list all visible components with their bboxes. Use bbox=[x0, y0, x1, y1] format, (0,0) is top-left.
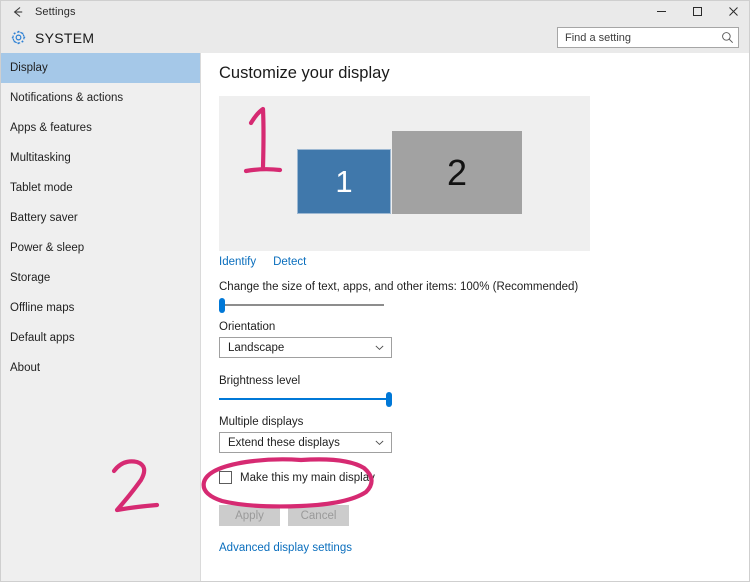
slider-thumb[interactable] bbox=[219, 298, 225, 313]
search-input[interactable] bbox=[565, 31, 721, 44]
sidebar-item-offline-maps[interactable]: Offline maps bbox=[1, 293, 200, 323]
sidebar-item-label: Apps & features bbox=[10, 122, 92, 134]
main-display-checkbox[interactable] bbox=[219, 471, 232, 484]
monitor-number: 1 bbox=[335, 163, 353, 199]
settings-window: Settings SYSTEM Find a setting Display N… bbox=[0, 0, 750, 582]
search-box[interactable] bbox=[557, 27, 739, 48]
sidebar-item-label: Notifications & actions bbox=[10, 92, 124, 104]
display-preview: 1 2 bbox=[219, 96, 590, 251]
sidebar-item-label: Offline maps bbox=[10, 302, 75, 314]
maximize-button[interactable] bbox=[679, 1, 715, 22]
slider-fill bbox=[219, 398, 392, 400]
multiple-displays-value: Extend these displays bbox=[228, 436, 340, 449]
search-icon[interactable] bbox=[721, 31, 734, 44]
sidebar-item-default-apps[interactable]: Default apps bbox=[1, 323, 200, 353]
slider-thumb[interactable] bbox=[386, 392, 392, 407]
monitor-2[interactable]: 2 bbox=[392, 131, 522, 214]
preview-links: Identify Detect bbox=[219, 256, 306, 268]
brightness-label: Brightness level bbox=[219, 375, 301, 387]
chevron-down-icon[interactable] bbox=[374, 437, 385, 448]
identify-link[interactable]: Identify bbox=[219, 256, 256, 268]
slider-track bbox=[219, 304, 384, 306]
apply-button[interactable]: Apply bbox=[219, 505, 280, 526]
sidebar-item-label: Storage bbox=[10, 272, 51, 284]
sidebar-item-display[interactable]: Display bbox=[1, 53, 200, 83]
sidebar-item-label: Tablet mode bbox=[10, 182, 73, 194]
sidebar-item-apps-and-features[interactable]: Apps & features bbox=[1, 113, 200, 143]
brightness-slider[interactable] bbox=[219, 391, 392, 407]
window-controls bbox=[643, 1, 749, 22]
sidebar-item-label: About bbox=[10, 362, 41, 374]
sidebar-item-battery-saver[interactable]: Battery saver bbox=[1, 203, 200, 233]
monitor-number: 2 bbox=[446, 151, 468, 193]
main-display-checkbox-label: Make this my main display bbox=[240, 471, 375, 484]
sidebar-item-about[interactable]: About bbox=[1, 353, 200, 383]
window-title: Settings bbox=[35, 5, 76, 18]
detect-link[interactable]: Detect bbox=[273, 256, 306, 268]
main-display-checkbox-row[interactable]: Make this my main display bbox=[219, 471, 375, 484]
sidebar-item-label: Multitasking bbox=[10, 152, 71, 164]
minimize-button[interactable] bbox=[643, 1, 679, 22]
chevron-down-icon[interactable] bbox=[374, 342, 385, 353]
sidebar-item-label: Battery saver bbox=[10, 212, 78, 224]
multiple-displays-label: Multiple displays bbox=[219, 416, 304, 428]
orientation-value: Landscape bbox=[228, 341, 285, 354]
cancel-button[interactable]: Cancel bbox=[288, 505, 349, 526]
sidebar-item-multitasking[interactable]: Multitasking bbox=[1, 143, 200, 173]
page-title: Customize your display bbox=[219, 64, 390, 82]
sidebar-item-storage[interactable]: Storage bbox=[1, 263, 200, 293]
orientation-label: Orientation bbox=[219, 321, 276, 333]
close-button[interactable] bbox=[715, 1, 749, 22]
sidebar-item-notifications-and-actions[interactable]: Notifications & actions bbox=[1, 83, 200, 113]
sidebar-item-power-and-sleep[interactable]: Power & sleep bbox=[1, 233, 200, 263]
scale-slider[interactable] bbox=[219, 297, 384, 313]
multiple-displays-select[interactable]: Extend these displays bbox=[219, 432, 392, 453]
back-arrow-icon[interactable] bbox=[1, 1, 35, 22]
sidebar: Display Notifications & actions Apps & f… bbox=[1, 53, 201, 581]
sidebar-item-tablet-mode[interactable]: Tablet mode bbox=[1, 173, 200, 203]
advanced-display-settings-link[interactable]: Advanced display settings bbox=[219, 542, 352, 554]
monitor-1[interactable]: 1 bbox=[297, 149, 391, 214]
scale-label: Change the size of text, apps, and other… bbox=[219, 281, 579, 293]
sidebar-item-label: Default apps bbox=[10, 332, 75, 344]
gear-icon bbox=[1, 22, 35, 53]
sidebar-item-label: Display bbox=[10, 62, 48, 74]
orientation-select[interactable]: Landscape bbox=[219, 337, 392, 358]
page-header: SYSTEM bbox=[1, 22, 749, 53]
content-pane: Customize your display 1 2 Identify Dete… bbox=[202, 53, 749, 581]
sidebar-item-label: Power & sleep bbox=[10, 242, 85, 254]
title-bar: Settings bbox=[1, 1, 749, 22]
header-title: SYSTEM bbox=[35, 29, 95, 46]
